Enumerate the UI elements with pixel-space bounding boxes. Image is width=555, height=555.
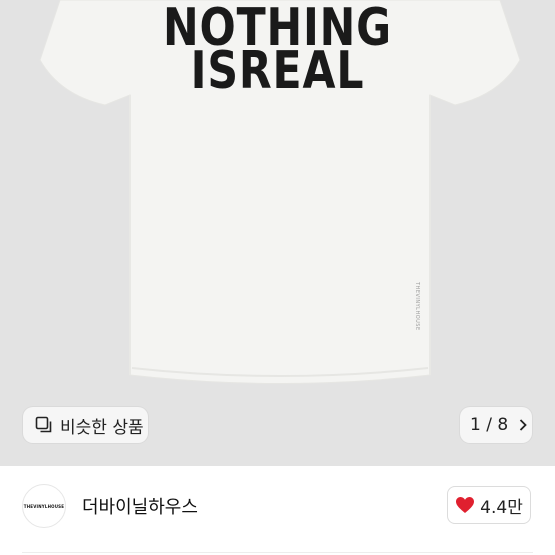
- seller-avatar[interactable]: THEVINYLHOUSE: [22, 484, 66, 528]
- product-image-gallery[interactable]: NOTHING ISREAL THEVINYLHOUSE 비슷한 상품 1 / …: [0, 0, 555, 466]
- like-count: 4.4만: [480, 497, 523, 518]
- image-counter-label: 1 / 8: [470, 415, 509, 435]
- similar-items-icon: [35, 416, 52, 433]
- seller-row[interactable]: THEVINYLHOUSE 더바이닐하우스 4.4만: [0, 466, 555, 544]
- image-counter[interactable]: 1 / 8: [460, 407, 532, 443]
- shirt-print-line-2: ISREAL: [190, 41, 365, 101]
- divider: [22, 552, 533, 553]
- like-button[interactable]: 4.4만: [447, 486, 531, 524]
- shirt-side-tag: THEVINYLHOUSE: [414, 282, 420, 331]
- seller-name[interactable]: 더바이닐하우스: [82, 493, 198, 519]
- seller-avatar-logo: THEVINYLHOUSE: [23, 503, 65, 509]
- similar-items-label: 비슷한 상품: [60, 417, 144, 438]
- chevron-right-icon: [520, 419, 527, 431]
- similar-items-button[interactable]: 비슷한 상품: [23, 407, 148, 443]
- heart-icon: [456, 497, 475, 513]
